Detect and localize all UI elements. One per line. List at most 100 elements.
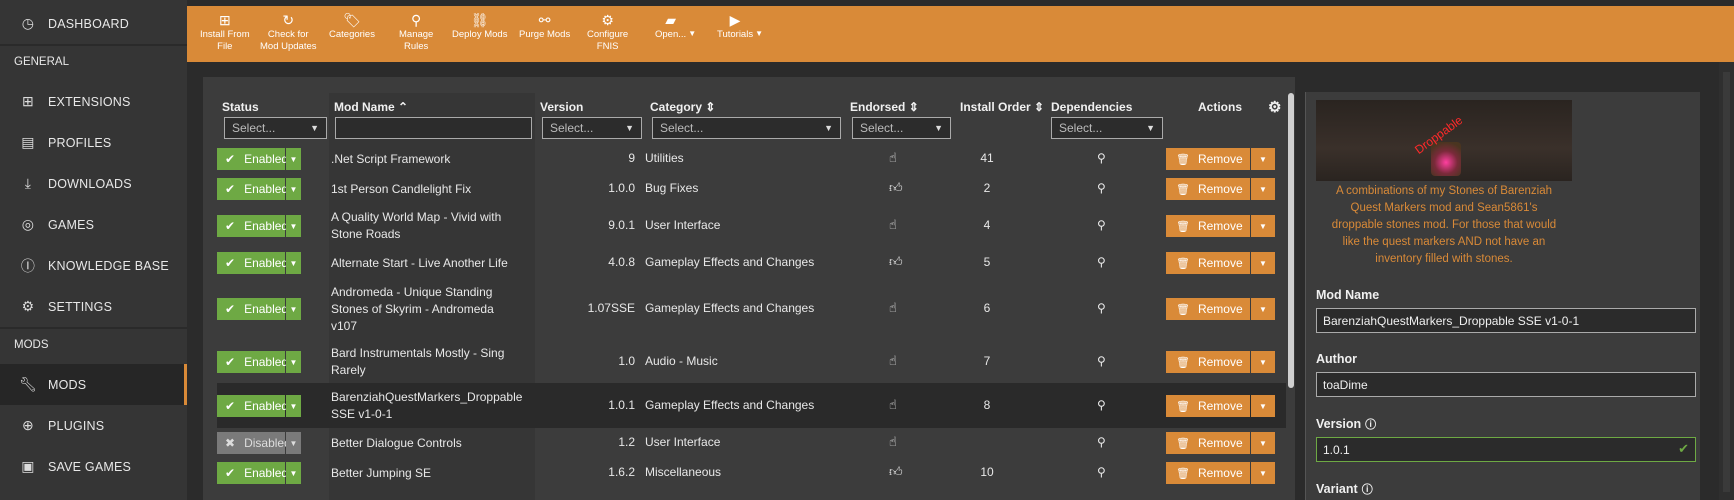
remove-action[interactable]: 🗑︎ Remove ▼ [1166,252,1275,274]
nav-extensions[interactable]: ⊞ EXTENSIONS [0,81,187,122]
status-button[interactable]: ✔ Enabled [217,215,288,237]
status-button[interactable]: ✔ Enabled [217,148,288,170]
dependencies-icon[interactable]: ⚲ [1097,301,1106,315]
status-toggle[interactable]: ✔ Enabled ▼ [217,395,301,417]
nav-games[interactable]: ◎ GAMES [0,204,187,245]
remove-dropdown[interactable]: ▼ [1251,215,1275,237]
status-toggle[interactable]: ✔ Enabled ▼ [217,215,301,237]
status-button[interactable]: ✔ Enabled [217,462,288,484]
scrollbar-thumb[interactable] [1723,72,1730,492]
status-dropdown[interactable]: ▼ [286,395,301,417]
dependencies-icon[interactable]: ⚲ [1097,435,1106,449]
remove-action[interactable]: 🗑︎ Remove ▼ [1166,351,1275,373]
author-field[interactable]: toaDime [1316,372,1696,397]
remove-button[interactable]: 🗑︎ Remove [1166,148,1250,170]
remove-action[interactable]: 🗑︎ Remove ▼ [1166,215,1275,237]
status-dropdown[interactable]: ▼ [286,462,301,484]
status-toggle[interactable]: ✖ Disabled ▼ [217,432,301,454]
table-scrollbar[interactable] [1288,93,1294,388]
version-filter[interactable]: Select... ▼ [542,117,642,139]
dependencies-icon[interactable]: ⚲ [1097,398,1106,412]
remove-dropdown[interactable]: ▼ [1251,148,1275,170]
header-category[interactable]: Category ⇕ [650,100,715,114]
nav-mods[interactable]: 🔧︎ MODS [0,364,187,405]
remove-button[interactable]: 🗑︎ Remove [1166,462,1250,484]
table-row[interactable]: ✔ Enabled ▼ 1st Person Candlelight Fix 1… [217,178,1286,200]
table-row[interactable]: ✖ Disabled ▼ Better Dialogue Controls 1.… [217,432,1286,454]
remove-action[interactable]: 🗑︎ Remove ▼ [1166,148,1275,170]
remove-action[interactable]: 🗑︎ Remove ▼ [1166,178,1275,200]
tutorials-button[interactable]: ▶ Tutorials ▼ [717,12,763,41]
version-field[interactable]: 1.0.1 ✔ [1316,437,1696,462]
nav-settings[interactable]: ⚙ SETTINGS [0,286,187,327]
header-status[interactable]: Status [222,100,259,114]
header-install-order[interactable]: Install Order ⇕ [960,100,1044,114]
mod-name-filter[interactable] [335,117,532,139]
thumbs-up-filled-icon[interactable]: 👍︎ [889,464,903,480]
status-filter[interactable]: Select... ▼ [224,117,327,139]
status-toggle[interactable]: ✔ Enabled ▼ [217,298,301,320]
status-dropdown[interactable]: ▼ [286,298,301,320]
configure-fnis-button[interactable]: ⚙ Configure FNIS [587,12,628,53]
header-endorsed[interactable]: Endorsed ⇕ [850,100,919,114]
info-icon[interactable]: ⓘ [1362,484,1373,496]
status-dropdown[interactable]: ▼ [286,351,301,373]
thumbs-up-filled-icon[interactable]: 👍︎ [889,254,903,270]
status-toggle[interactable]: ✔ Enabled ▼ [217,351,301,373]
table-row[interactable]: ✔ Enabled ▼ Bard Instrumentals Mostly - … [217,346,1286,377]
nav-plugins[interactable]: ⊕ PLUGINS [0,405,187,446]
dependencies-icon[interactable]: ⚲ [1097,218,1106,232]
dependencies-icon[interactable]: ⚲ [1097,151,1106,165]
endorsed-filter[interactable]: Select... ▼ [852,117,951,139]
categories-button[interactable]: 🏷︎ Categories [329,12,375,41]
nav-save-games[interactable]: ▣ SAVE GAMES [0,446,187,487]
table-row[interactable]: ✔ Enabled ▼ Alternate Start - Live Anoth… [217,252,1286,274]
nav-downloads[interactable]: ⤓ DOWNLOADS [0,163,187,204]
header-mod-name[interactable]: Mod Name ⌃ [334,100,408,114]
remove-button[interactable]: 🗑︎ Remove [1166,178,1250,200]
check-updates-button[interactable]: ↻ Check for Mod Updates [260,12,317,53]
status-dropdown[interactable]: ▼ [286,432,301,454]
remove-dropdown[interactable]: ▼ [1251,432,1275,454]
thumbs-up-outline-icon[interactable]: ☝︎ [889,217,897,233]
remove-dropdown[interactable]: ▼ [1251,252,1275,274]
remove-action[interactable]: 🗑︎ Remove ▼ [1166,395,1275,417]
status-dropdown[interactable]: ▼ [286,252,301,274]
dependencies-icon[interactable]: ⚲ [1097,465,1106,479]
status-button[interactable]: ✔ Enabled [217,298,288,320]
remove-action[interactable]: 🗑︎ Remove ▼ [1166,432,1275,454]
mod-name-field[interactable]: BarenziahQuestMarkers_Droppable SSE v1-0… [1316,308,1696,333]
table-row[interactable]: ✔ Enabled ▼ BarenziahQuestMarkers_Droppa… [217,390,1286,421]
header-version[interactable]: Version [540,100,583,114]
table-row[interactable]: ✔ Enabled ▼ Andromeda - Unique Standing … [217,285,1286,333]
remove-action[interactable]: 🗑︎ Remove ▼ [1166,462,1275,484]
dependencies-icon[interactable]: ⚲ [1097,354,1106,368]
manage-rules-button[interactable]: ⚲ Manage Rules [399,12,433,53]
status-dropdown[interactable]: ▼ [286,148,301,170]
header-dependencies[interactable]: Dependencies [1051,100,1132,114]
status-toggle[interactable]: ✔ Enabled ▼ [217,462,301,484]
category-filter[interactable]: Select... ▼ [652,117,841,139]
status-toggle[interactable]: ✔ Enabled ▼ [217,178,301,200]
purge-mods-button[interactable]: ⚯ Purge Mods [519,12,570,41]
nav-dashboard[interactable]: ◷ DASHBOARD [0,3,187,44]
info-icon[interactable]: ⓘ [1365,419,1376,431]
status-dropdown[interactable]: ▼ [286,178,301,200]
remove-button[interactable]: 🗑︎ Remove [1166,298,1250,320]
table-row[interactable]: ✔ Enabled ▼ .Net Script Framework 9 Util… [217,148,1286,170]
thumbs-up-outline-icon[interactable]: ☝︎ [889,434,897,450]
thumbs-up-outline-icon[interactable]: ☝︎ [889,300,897,316]
table-row[interactable]: ✔ Enabled ▼ Better Jumping SE 1.6.2 Misc… [217,462,1286,484]
status-button[interactable]: ✖ Disabled [217,432,291,454]
remove-dropdown[interactable]: ▼ [1251,298,1275,320]
remove-dropdown[interactable]: ▼ [1251,395,1275,417]
nav-knowledge-base[interactable]: ⓘ KNOWLEDGE BASE [0,245,187,286]
thumbs-up-filled-icon[interactable]: 👍︎ [889,180,903,196]
status-button[interactable]: ✔ Enabled [217,178,288,200]
remove-button[interactable]: 🗑︎ Remove [1166,432,1250,454]
remove-dropdown[interactable]: ▼ [1251,351,1275,373]
remove-button[interactable]: 🗑︎ Remove [1166,252,1250,274]
status-button[interactable]: ✔ Enabled [217,351,288,373]
status-toggle[interactable]: ✔ Enabled ▼ [217,252,301,274]
status-dropdown[interactable]: ▼ [286,215,301,237]
